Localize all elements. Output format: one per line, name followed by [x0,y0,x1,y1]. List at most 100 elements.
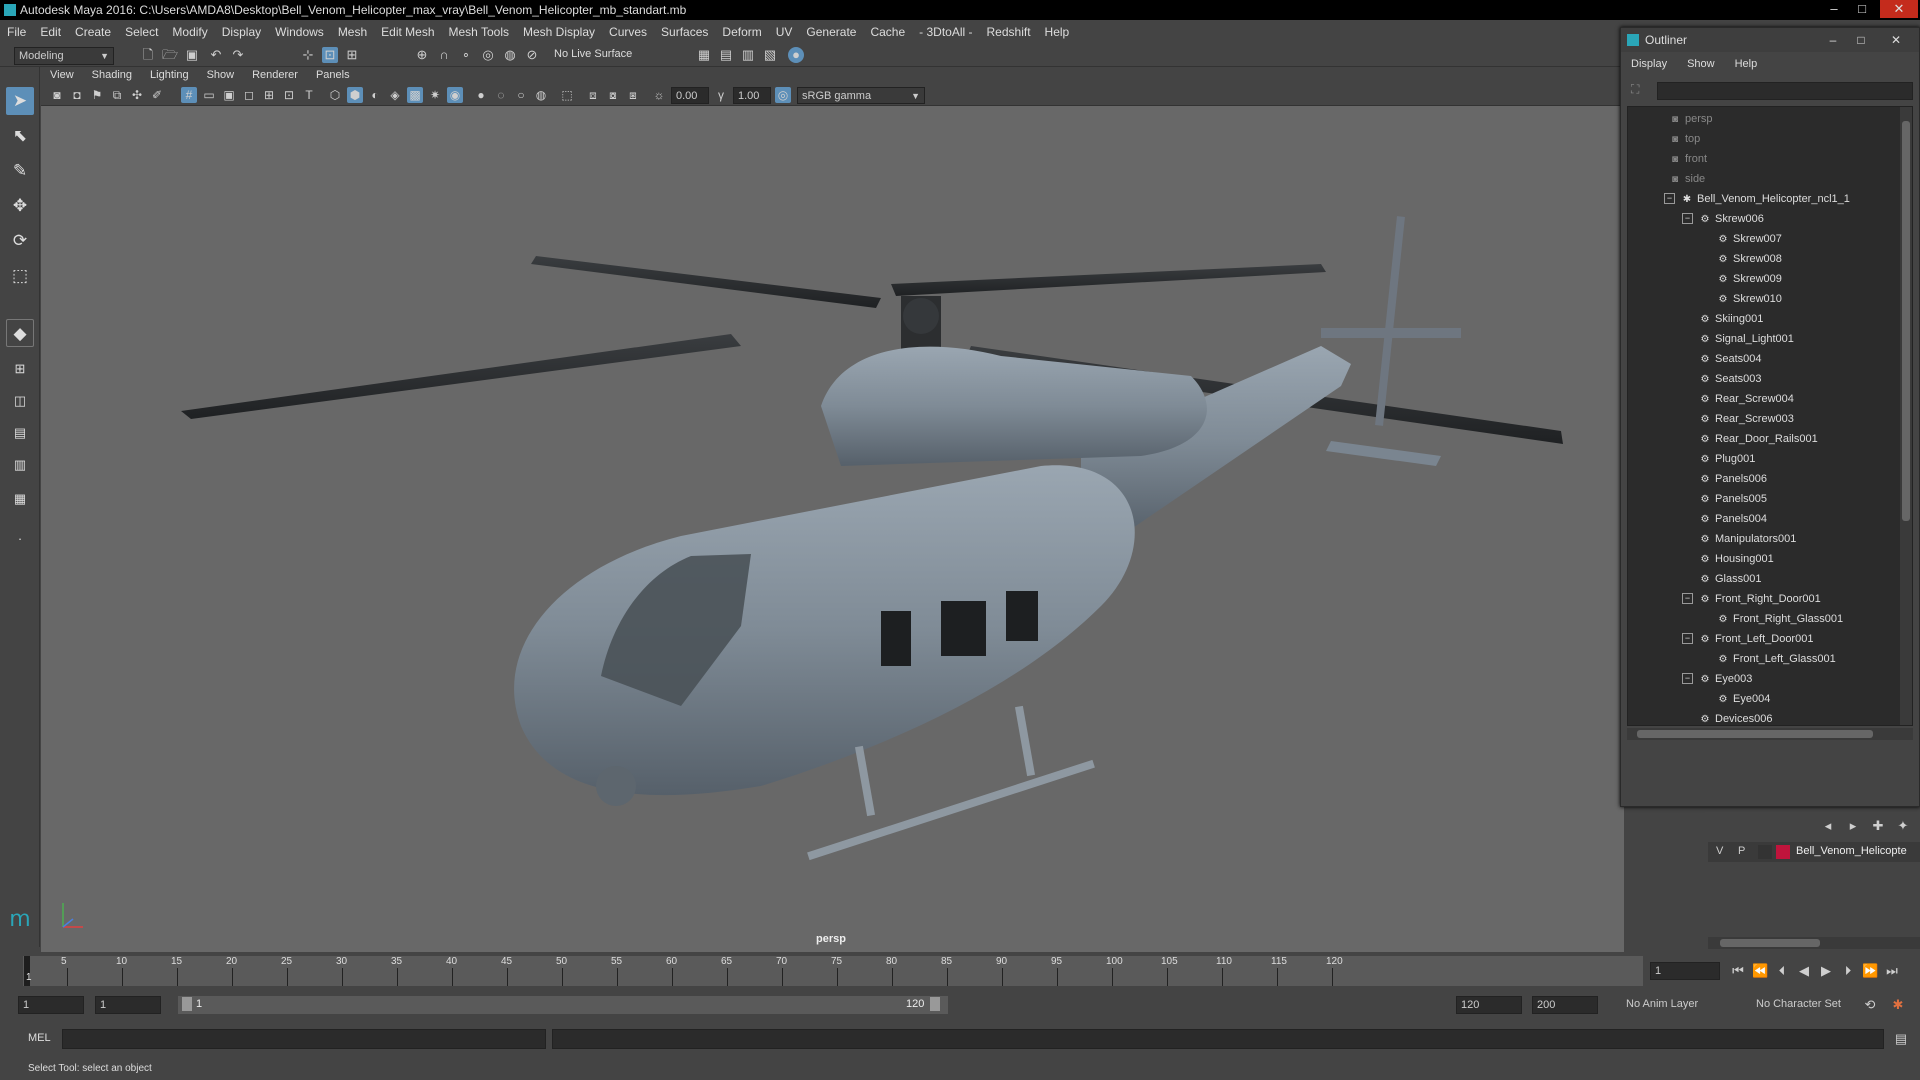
outliner-item[interactable]: ⚙ Housing001 [1628,549,1898,569]
anti-alias-icon[interactable]: ○ [513,87,529,103]
minimize-button[interactable]: – [1822,0,1846,18]
image-plane-icon[interactable]: ⧉ [109,87,125,103]
outliner-maximize-button[interactable]: □ [1849,28,1873,52]
save-scene-icon[interactable]: ▣ [184,47,200,63]
new-scene-icon[interactable]: 🗋 [140,47,156,63]
motion-blur-icon[interactable]: ◌ [493,87,509,103]
outliner-item[interactable]: ⚙ Rear_Door_Rails001 [1628,429,1898,449]
shadows-icon[interactable]: ◉ [447,87,463,103]
redo-icon[interactable]: ↷ [230,47,246,63]
maximize-button[interactable]: □ [1850,0,1874,18]
bookmark-icon[interactable]: ⚑ [89,87,105,103]
safe-action-icon[interactable]: ⊡ [281,87,297,103]
xray-components-icon[interactable]: ⧆ [625,87,641,103]
outliner-item[interactable]: ◙ persp [1628,109,1898,129]
hypershade-icon[interactable]: ▧ [762,47,778,63]
menu-file[interactable]: File [0,21,33,43]
snap-surface-icon[interactable]: ◍ [502,47,518,63]
menu-create[interactable]: Create [68,21,118,43]
menu-curves[interactable]: Curves [602,21,654,43]
current-frame-field[interactable]: 1 [1650,962,1720,980]
outliner-item[interactable]: ◙ side [1628,169,1898,189]
go-to-end-icon[interactable]: ⏭ [1884,963,1900,979]
render-settings-icon[interactable]: ▥ [740,47,756,63]
field-chart-icon[interactable]: ⊞ [261,87,277,103]
menu-mesh-display[interactable]: Mesh Display [516,21,602,43]
script-editor-icon[interactable]: ▤ [1893,1031,1909,1047]
resolution-gate-icon[interactable]: ▣ [221,87,237,103]
layer-scrollbar[interactable] [1708,937,1920,949]
use-all-lights-icon[interactable]: ✷ [427,87,443,103]
shaded-wireframe-icon[interactable]: ◈ [387,87,403,103]
go-to-start-icon[interactable]: ⏮ [1730,963,1746,979]
playback-end-field[interactable]: 120 [1456,996,1522,1014]
isolate-select-icon[interactable]: ⬚ [559,87,575,103]
character-set-dropdown[interactable]: No Character Set [1752,996,1862,1014]
outliner-menu-help[interactable]: Help [1725,54,1768,74]
panel-menu-renderer[interactable]: Renderer [243,67,307,84]
textured-icon[interactable]: ▩ [407,87,423,103]
menu-cache[interactable]: Cache [863,21,912,43]
menu-edit-mesh[interactable]: Edit Mesh [374,21,441,43]
paint-select-tool-icon[interactable]: ✎ [6,157,34,185]
menu-deform[interactable]: Deform [715,21,768,43]
panel-menu-lighting[interactable]: Lighting [141,67,198,84]
menu-edit[interactable]: Edit [33,21,68,43]
outliner-item[interactable]: ⚙ Skrew008 [1628,249,1898,269]
collapse-icon[interactable]: − [1682,673,1693,684]
new-layer-icon[interactable]: ✚ [1870,818,1886,834]
select-component-icon[interactable]: ⊞ [344,47,360,63]
view-transform-dropdown[interactable]: sRGB gamma ▼ [797,87,925,104]
menu-uv[interactable]: UV [769,21,800,43]
outliner-item[interactable]: − ⚙ Skrew006 [1628,209,1898,229]
gamma-field[interactable]: 1.00 [733,87,771,104]
make-live-icon[interactable]: ⊘ [524,47,540,63]
outliner-item[interactable]: ◙ front [1628,149,1898,169]
xray-joints-icon[interactable]: ⧇ [605,87,621,103]
time-slider-track[interactable]: 5 10 15 20 25 30 35 40 45 50 55 60 65 70 75 80 85 90 95 100… [23,956,1643,986]
color-management-icon[interactable]: ◎ [775,87,791,103]
default-lighting-icon[interactable]: ◐ [367,87,383,103]
menu-display[interactable]: Display [215,21,268,43]
new-layer-selected-icon[interactable]: ✦ [1895,818,1911,834]
snap-point-icon[interactable]: ∘ [458,47,474,63]
layout-graph-icon[interactable]: ▥ [6,451,34,479]
command-input[interactable] [62,1029,546,1049]
helicopter-model[interactable] [41,106,1624,926]
outliner-item[interactable]: ⚙ Front_Left_Glass001 [1628,649,1898,669]
layout-single-icon[interactable]: ◆ [6,319,34,347]
safe-title-icon[interactable]: T [301,87,317,103]
collapse-icon[interactable]: − [1682,593,1693,604]
filter-icon[interactable]: ⛶ [1631,82,1639,97]
lasso-tool-icon[interactable]: ⬉ [6,122,34,150]
exposure-field[interactable]: 0.00 [671,87,709,104]
outliner-item[interactable]: ⚙ Panels004 [1628,509,1898,529]
outliner-vertical-scrollbar[interactable] [1900,107,1912,725]
layer-color-swatch[interactable] [1776,845,1790,859]
layout-custom-icon[interactable]: ▦ [6,485,34,513]
outliner-item[interactable]: ◙ top [1628,129,1898,149]
depth-of-field-icon[interactable]: ◍ [533,87,549,103]
exposure-icon[interactable]: ☼ [651,87,667,103]
layer-scroll-thumb[interactable] [1720,939,1820,947]
layout-four-icon[interactable]: ⊞ [6,355,34,383]
script-language-label[interactable]: MEL [28,1032,51,1044]
step-forward-frame-icon[interactable]: ⏵ [1840,963,1856,979]
outliner-item[interactable]: ⚙ Rear_Screw004 [1628,389,1898,409]
collapse-icon[interactable]: − [1682,213,1693,224]
rotate-tool-icon[interactable]: ⟳ [6,227,34,255]
select-object-icon[interactable]: ⊡ [322,47,338,63]
select-hierarchy-icon[interactable]: ⊹ [300,47,316,63]
anim-layer-dropdown[interactable]: No Anim Layer [1622,996,1742,1014]
step-forward-key-icon[interactable]: ⏩ [1862,963,1878,979]
render-view-icon[interactable]: ● [788,47,804,63]
move-layer-up-icon[interactable]: ◂ [1820,818,1836,834]
outliner-item[interactable]: ⚙ Devices006 [1628,709,1898,725]
outliner-close-button[interactable]: ✕ [1881,28,1911,52]
screen-space-ao-icon[interactable]: ● [473,87,489,103]
camera-attr-icon[interactable]: ◘ [69,87,85,103]
menu-modify[interactable]: Modify [165,21,214,43]
move-layer-down-icon[interactable]: ▸ [1845,818,1861,834]
panel-menu-view[interactable]: View [41,67,83,84]
outliner-item[interactable]: ⚙ Plug001 [1628,449,1898,469]
